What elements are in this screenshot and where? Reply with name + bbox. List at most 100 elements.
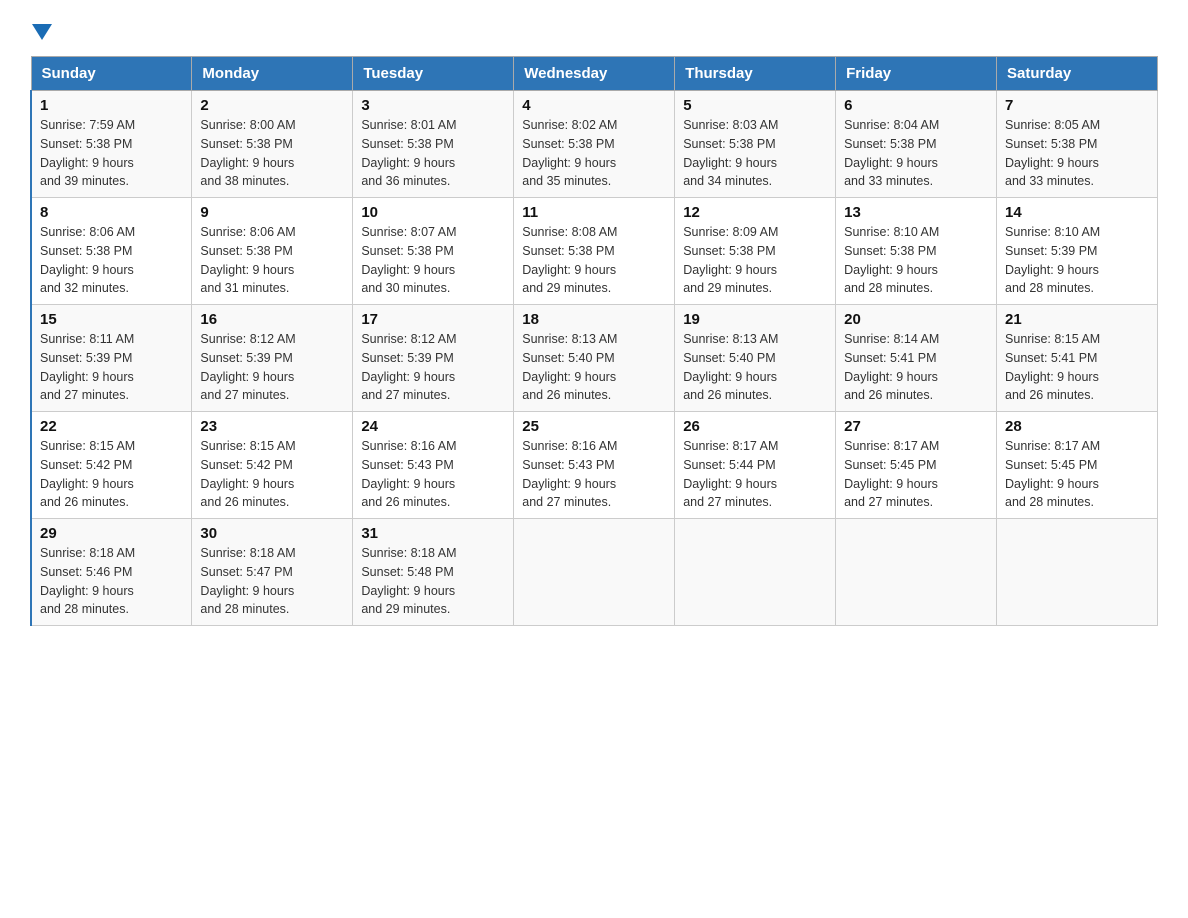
day-number: 2	[200, 97, 344, 114]
day-number: 28	[1005, 418, 1149, 435]
day-number: 4	[522, 97, 666, 114]
calendar-cell: 5Sunrise: 8:03 AMSunset: 5:38 PMDaylight…	[675, 91, 836, 198]
day-info: Sunrise: 8:00 AMSunset: 5:38 PMDaylight:…	[200, 116, 344, 191]
day-number: 24	[361, 418, 505, 435]
day-number: 3	[361, 97, 505, 114]
calendar-week-row: 15 Sunrise: 8:11 AMSunset: 5:39 PMDayligh…	[31, 305, 1158, 412]
day-number: 19	[683, 311, 827, 328]
calendar-cell: 7 Sunrise: 8:05 AMSunset: 5:38 PMDaylight…	[997, 91, 1158, 198]
day-info: Sunrise: 8:18 AMSunset: 5:47 PMDaylight:…	[200, 544, 344, 619]
calendar-cell	[675, 519, 836, 626]
day-number: 17	[361, 311, 505, 328]
day-info: Sunrise: 8:18 AMSunset: 5:48 PMDaylight:…	[361, 544, 505, 619]
day-number: 13	[844, 204, 988, 221]
day-info: Sunrise: 8:11 AMSunset: 5:39 PMDaylight:…	[40, 330, 183, 405]
day-number: 7	[1005, 97, 1149, 114]
day-info: Sunrise: 8:09 AMSunset: 5:38 PMDaylight:…	[683, 223, 827, 298]
calendar-cell: 27Sunrise: 8:17 AMSunset: 5:45 PMDayligh…	[836, 412, 997, 519]
calendar-cell: 1 Sunrise: 7:59 AMSunset: 5:38 PMDaylight…	[31, 91, 192, 198]
calendar-cell	[836, 519, 997, 626]
calendar-cell: 17 Sunrise: 8:12 AMSunset: 5:39 PMDayligh…	[353, 305, 514, 412]
calendar-cell: 26 Sunrise: 8:17 AMSunset: 5:44 PMDayligh…	[675, 412, 836, 519]
calendar-cell: 25 Sunrise: 8:16 AMSunset: 5:43 PMDayligh…	[514, 412, 675, 519]
day-info: Sunrise: 8:17 AMSunset: 5:45 PMDaylight:…	[1005, 437, 1149, 512]
day-info: Sunrise: 8:10 AMSunset: 5:38 PMDaylight:…	[844, 223, 988, 298]
header-tuesday: Tuesday	[353, 57, 514, 91]
calendar-table: SundayMondayTuesdayWednesdayThursdayFrid…	[30, 56, 1158, 626]
day-number: 31	[361, 525, 505, 542]
day-info: Sunrise: 8:14 AMSunset: 5:41 PMDaylight:…	[844, 330, 988, 405]
calendar-cell: 31 Sunrise: 8:18 AMSunset: 5:48 PMDayligh…	[353, 519, 514, 626]
calendar-cell	[997, 519, 1158, 626]
day-number: 1	[40, 97, 183, 114]
calendar-week-row: 22Sunrise: 8:15 AMSunset: 5:42 PMDayligh…	[31, 412, 1158, 519]
logo-general	[30, 20, 52, 40]
calendar-cell: 2 Sunrise: 8:00 AMSunset: 5:38 PMDaylight…	[192, 91, 353, 198]
day-number: 5	[683, 97, 827, 114]
calendar-cell: 11 Sunrise: 8:08 AMSunset: 5:38 PMDayligh…	[514, 198, 675, 305]
day-number: 18	[522, 311, 666, 328]
day-info: Sunrise: 8:18 AMSunset: 5:46 PMDaylight:…	[40, 544, 183, 619]
calendar-cell: 12 Sunrise: 8:09 AMSunset: 5:38 PMDayligh…	[675, 198, 836, 305]
day-info: Sunrise: 8:08 AMSunset: 5:38 PMDaylight:…	[522, 223, 666, 298]
day-info: Sunrise: 8:13 AMSunset: 5:40 PMDaylight:…	[683, 330, 827, 405]
header-friday: Friday	[836, 57, 997, 91]
header-monday: Monday	[192, 57, 353, 91]
day-info: Sunrise: 8:07 AMSunset: 5:38 PMDaylight:…	[361, 223, 505, 298]
header-saturday: Saturday	[997, 57, 1158, 91]
calendar-cell: 9 Sunrise: 8:06 AMSunset: 5:38 PMDaylight…	[192, 198, 353, 305]
calendar-cell: 6 Sunrise: 8:04 AMSunset: 5:38 PMDaylight…	[836, 91, 997, 198]
day-info: Sunrise: 8:02 AMSunset: 5:38 PMDaylight:…	[522, 116, 666, 191]
day-info: Sunrise: 8:06 AMSunset: 5:38 PMDaylight:…	[40, 223, 183, 298]
calendar-cell: 3 Sunrise: 8:01 AMSunset: 5:38 PMDaylight…	[353, 91, 514, 198]
calendar-header-row: SundayMondayTuesdayWednesdayThursdayFrid…	[31, 57, 1158, 91]
calendar-cell: 28 Sunrise: 8:17 AMSunset: 5:45 PMDayligh…	[997, 412, 1158, 519]
day-number: 9	[200, 204, 344, 221]
day-number: 11	[522, 204, 666, 221]
logo	[30, 20, 52, 36]
calendar-cell	[514, 519, 675, 626]
calendar-cell: 18 Sunrise: 8:13 AMSunset: 5:40 PMDayligh…	[514, 305, 675, 412]
day-info: Sunrise: 8:10 AMSunset: 5:39 PMDaylight:…	[1005, 223, 1149, 298]
day-number: 21	[1005, 311, 1149, 328]
day-number: 25	[522, 418, 666, 435]
day-number: 10	[361, 204, 505, 221]
calendar-cell: 8Sunrise: 8:06 AMSunset: 5:38 PMDaylight…	[31, 198, 192, 305]
calendar-week-row: 8Sunrise: 8:06 AMSunset: 5:38 PMDaylight…	[31, 198, 1158, 305]
calendar-cell: 16Sunrise: 8:12 AMSunset: 5:39 PMDayligh…	[192, 305, 353, 412]
day-info: Sunrise: 8:06 AMSunset: 5:38 PMDaylight:…	[200, 223, 344, 298]
day-number: 20	[844, 311, 988, 328]
page-header	[30, 20, 1158, 36]
day-info: Sunrise: 8:15 AMSunset: 5:41 PMDaylight:…	[1005, 330, 1149, 405]
calendar-cell: 10 Sunrise: 8:07 AMSunset: 5:38 PMDayligh…	[353, 198, 514, 305]
day-info: Sunrise: 8:16 AMSunset: 5:43 PMDaylight:…	[361, 437, 505, 512]
calendar-week-row: 1 Sunrise: 7:59 AMSunset: 5:38 PMDaylight…	[31, 91, 1158, 198]
calendar-week-row: 29 Sunrise: 8:18 AMSunset: 5:46 PMDayligh…	[31, 519, 1158, 626]
day-number: 14	[1005, 204, 1149, 221]
day-number: 12	[683, 204, 827, 221]
day-info: Sunrise: 8:04 AMSunset: 5:38 PMDaylight:…	[844, 116, 988, 191]
day-number: 22	[40, 418, 183, 435]
calendar-cell: 23Sunrise: 8:15 AMSunset: 5:42 PMDayligh…	[192, 412, 353, 519]
day-info: Sunrise: 8:16 AMSunset: 5:43 PMDaylight:…	[522, 437, 666, 512]
logo-arrow-icon	[32, 24, 52, 40]
calendar-cell: 30Sunrise: 8:18 AMSunset: 5:47 PMDayligh…	[192, 519, 353, 626]
calendar-cell: 29 Sunrise: 8:18 AMSunset: 5:46 PMDayligh…	[31, 519, 192, 626]
calendar-cell: 22Sunrise: 8:15 AMSunset: 5:42 PMDayligh…	[31, 412, 192, 519]
day-info: Sunrise: 8:01 AMSunset: 5:38 PMDaylight:…	[361, 116, 505, 191]
day-number: 15	[40, 311, 183, 328]
calendar-cell: 14 Sunrise: 8:10 AMSunset: 5:39 PMDayligh…	[997, 198, 1158, 305]
day-info: Sunrise: 8:17 AMSunset: 5:44 PMDaylight:…	[683, 437, 827, 512]
calendar-cell: 24 Sunrise: 8:16 AMSunset: 5:43 PMDayligh…	[353, 412, 514, 519]
calendar-cell: 19 Sunrise: 8:13 AMSunset: 5:40 PMDayligh…	[675, 305, 836, 412]
day-info: Sunrise: 8:05 AMSunset: 5:38 PMDaylight:…	[1005, 116, 1149, 191]
day-number: 6	[844, 97, 988, 114]
day-info: Sunrise: 8:12 AMSunset: 5:39 PMDaylight:…	[361, 330, 505, 405]
day-info: Sunrise: 8:13 AMSunset: 5:40 PMDaylight:…	[522, 330, 666, 405]
calendar-cell: 15 Sunrise: 8:11 AMSunset: 5:39 PMDayligh…	[31, 305, 192, 412]
day-info: Sunrise: 7:59 AMSunset: 5:38 PMDaylight:…	[40, 116, 183, 191]
header-wednesday: Wednesday	[514, 57, 675, 91]
day-number: 29	[40, 525, 183, 542]
calendar-cell: 4 Sunrise: 8:02 AMSunset: 5:38 PMDaylight…	[514, 91, 675, 198]
day-number: 26	[683, 418, 827, 435]
